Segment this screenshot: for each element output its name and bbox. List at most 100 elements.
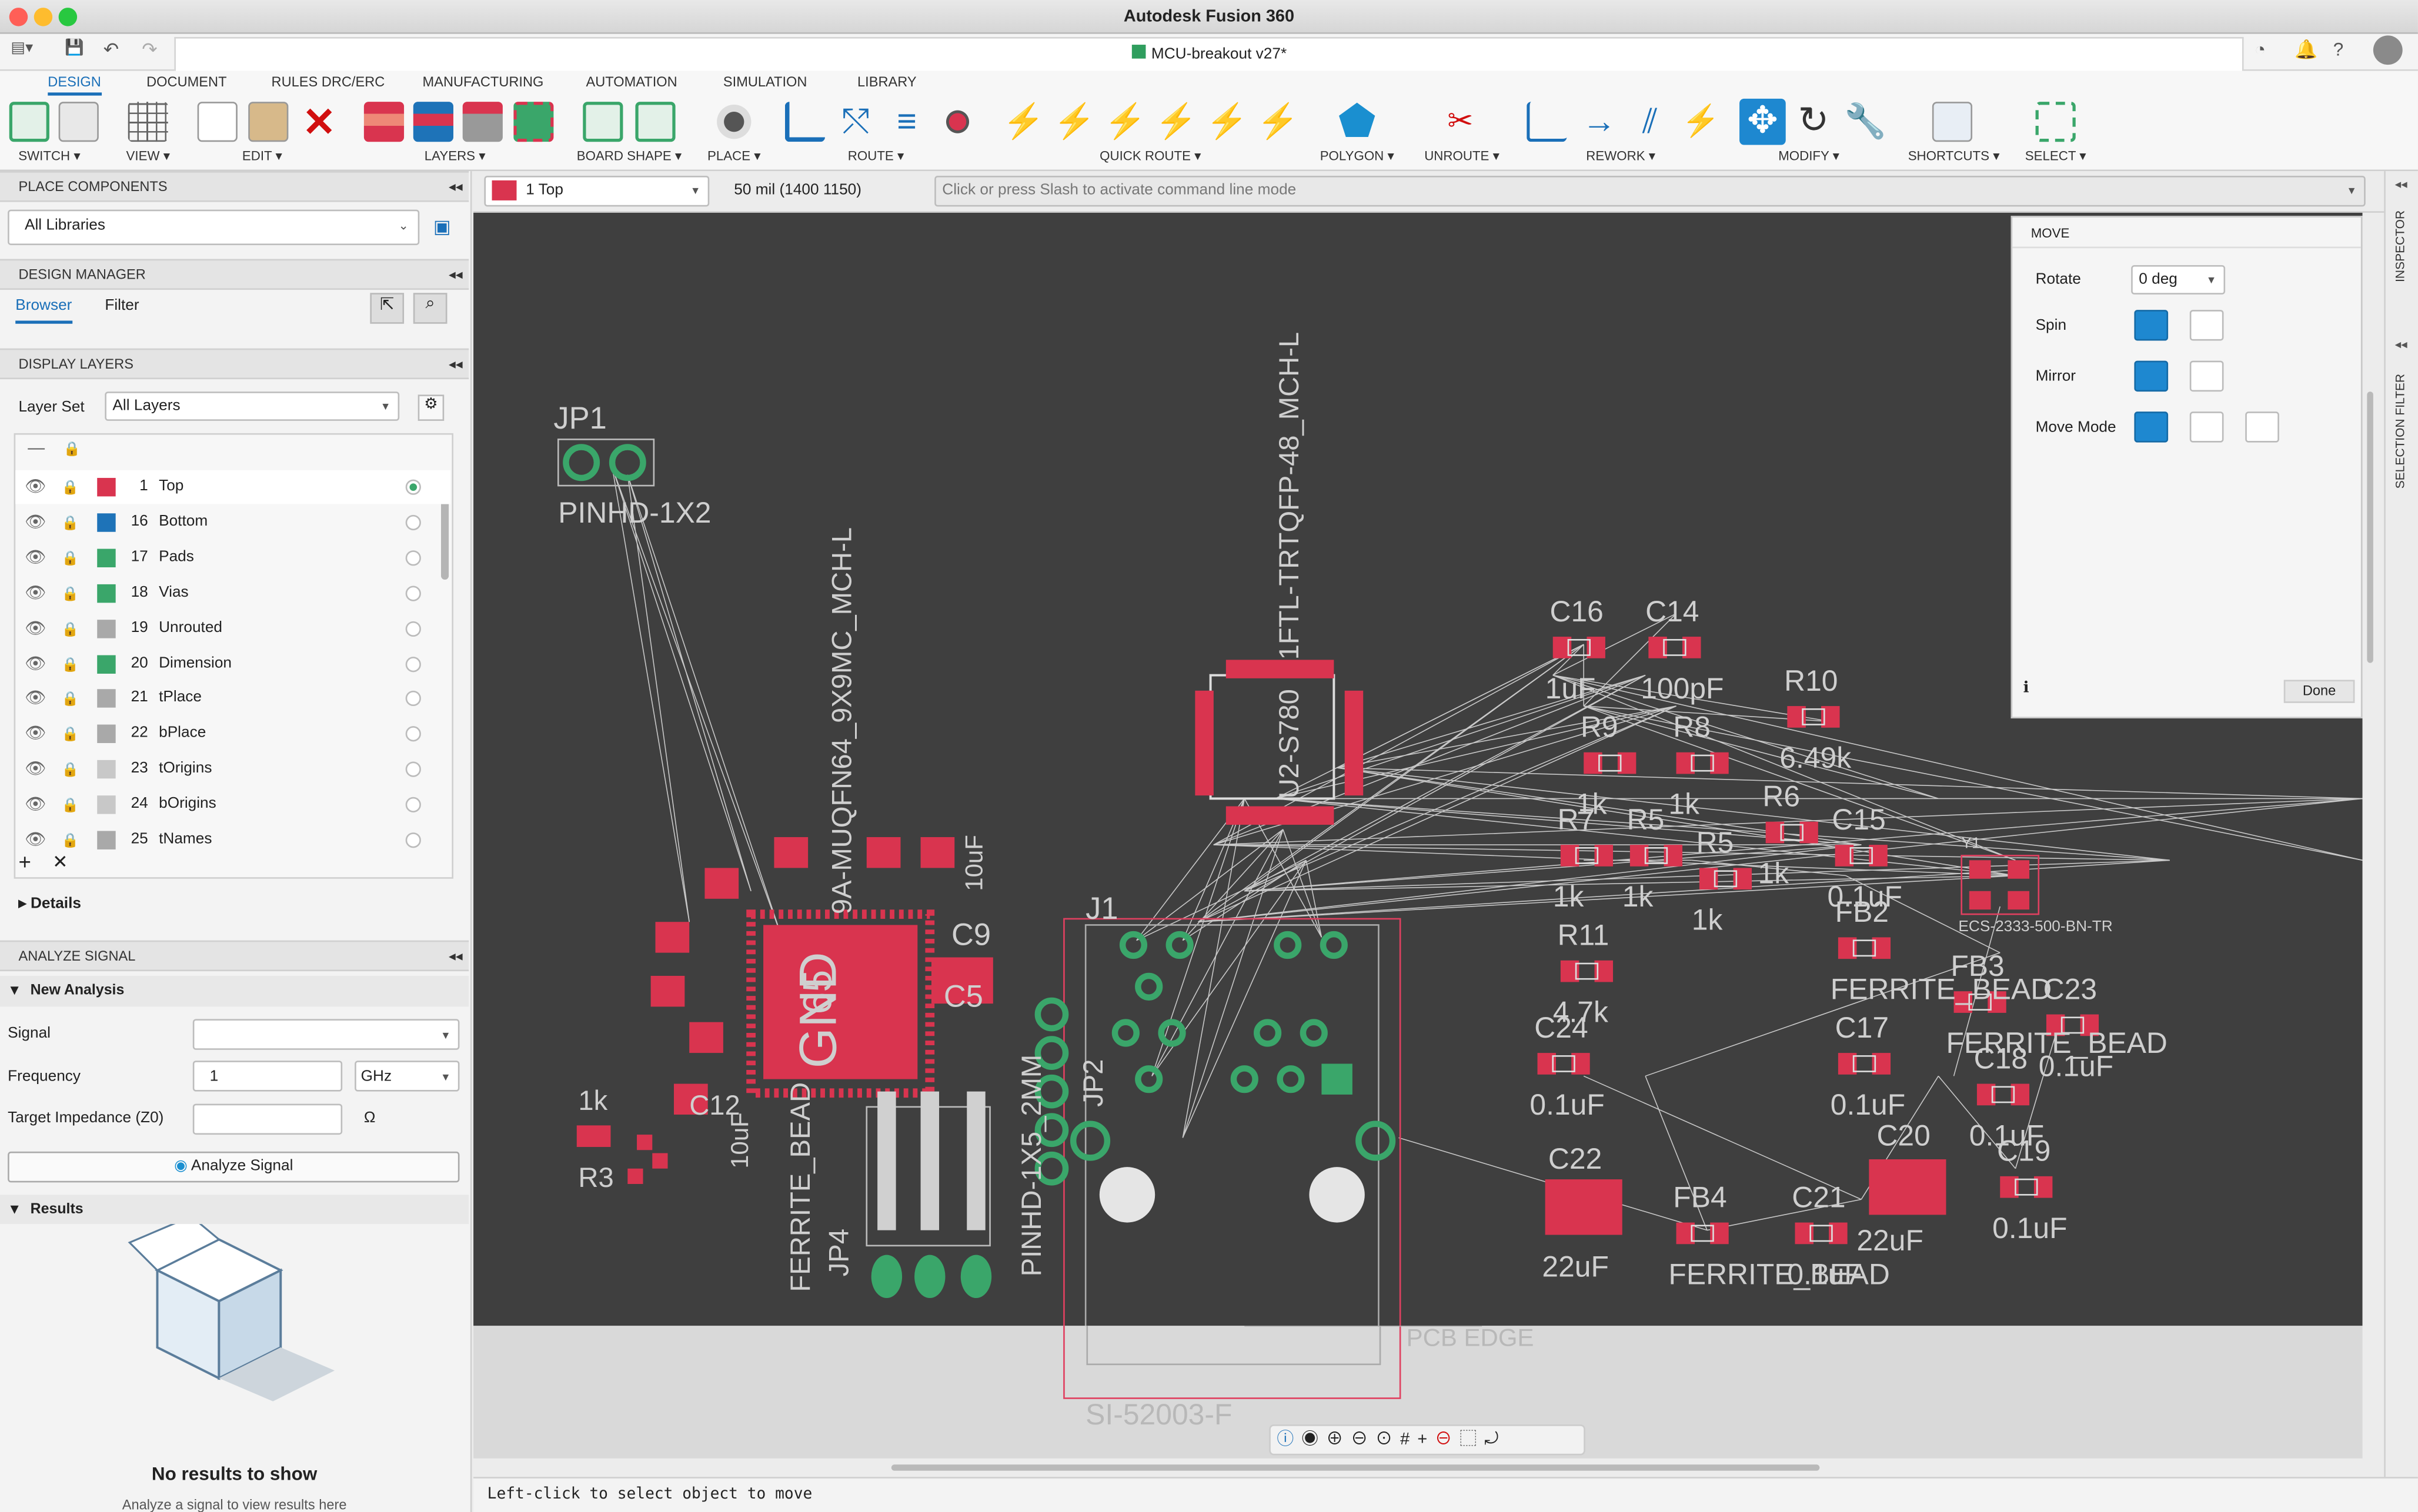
route-diff-pair-icon[interactable]: ⤲: [836, 102, 876, 142]
spin-off-button[interactable]: [2134, 310, 2169, 341]
eye-icon[interactable]: 👁: [25, 682, 46, 716]
group-place[interactable]: PLACE ▾: [702, 148, 766, 165]
library-manager-icon[interactable]: ▣: [433, 216, 451, 237]
collapse-icon[interactable]: ◂◂: [449, 260, 463, 290]
eye-icon[interactable]: 👁: [25, 576, 46, 610]
fanout-icon[interactable]: ⚡: [1206, 102, 1248, 142]
layer-color-swatch[interactable]: [97, 760, 116, 779]
design-manager-header[interactable]: DESIGN MANAGER ◂◂: [0, 259, 469, 290]
active-layer-radio[interactable]: [405, 655, 421, 672]
lock-icon[interactable]: 🔒: [62, 752, 79, 787]
collapse-icon[interactable]: ◂◂: [2395, 178, 2407, 192]
layer-row-tnames[interactable]: 👁 🔒 25 tNames: [15, 823, 450, 857]
layer-color-swatch[interactable]: [97, 584, 116, 603]
select-window-icon[interactable]: [2035, 102, 2076, 142]
collapse-icon[interactable]: ◂◂: [2395, 337, 2407, 352]
spin-on-button[interactable]: [2189, 310, 2224, 341]
selection-filter-tab[interactable]: SELECTION FILTER: [2393, 374, 2407, 489]
eye-icon[interactable]: 👁: [25, 752, 46, 787]
rotate-tool-icon[interactable]: ↻: [1794, 101, 1833, 142]
close-window-button[interactable]: [9, 8, 28, 26]
route-multi-icon[interactable]: ≡: [887, 102, 927, 142]
unroute-icon[interactable]: ✂: [1440, 102, 1480, 142]
active-layer-radio[interactable]: [405, 585, 421, 601]
layer-row-bottom[interactable]: 👁 🔒 16 Bottom: [15, 506, 450, 540]
library-select[interactable]: All Libraries ⌄: [8, 209, 420, 245]
copy-icon[interactable]: [197, 102, 238, 142]
tab-automation[interactable]: AUTOMATION: [586, 74, 677, 89]
user-avatar[interactable]: [2373, 35, 2403, 65]
delete-icon[interactable]: ✕: [299, 102, 339, 142]
lock-icon[interactable]: 🔒: [62, 541, 79, 575]
new-analysis-section[interactable]: ▾ New Analysis: [0, 975, 469, 1007]
tab-library[interactable]: LIBRARY: [857, 74, 917, 89]
layers-icon[interactable]: [363, 102, 405, 142]
layer-row-bplace[interactable]: 👁 🔒 22 bPlace: [15, 717, 450, 751]
inspector-tab[interactable]: INSPECTOR: [2393, 210, 2407, 282]
grid-toggle-icon[interactable]: #: [1400, 1431, 1417, 1449]
lock-icon[interactable]: 🔒: [62, 717, 79, 751]
eye-icon[interactable]: 👁: [25, 611, 46, 645]
quick-route-multiple-icon[interactable]: ⚡: [1104, 102, 1147, 142]
group-switch[interactable]: SWITCH ▾: [12, 148, 86, 165]
layer-settings-icon[interactable]: [513, 102, 554, 142]
minimize-window-button[interactable]: [34, 8, 53, 26]
layer-color-swatch[interactable]: [97, 690, 116, 708]
file-menu-icon[interactable]: ▤▾: [11, 40, 33, 57]
lock-icon[interactable]: 🔒: [62, 576, 79, 610]
mirror-off-button[interactable]: [2134, 360, 2169, 392]
paste-icon[interactable]: [248, 102, 289, 142]
group-view[interactable]: VIEW ▾: [117, 148, 179, 165]
toggle-all-visibility-icon[interactable]: —: [28, 439, 45, 457]
layer-stack-icon[interactable]: [462, 102, 503, 142]
results-section[interactable]: ▾ Results: [0, 1195, 469, 1225]
active-layer-select[interactable]: 1 Top ▾: [484, 175, 710, 207]
save-icon[interactable]: 💾: [65, 40, 84, 57]
crosshair-icon[interactable]: +: [1417, 1431, 1435, 1449]
undo-view-icon[interactable]: ⤾: [1484, 1431, 1506, 1449]
active-layer-radio[interactable]: [405, 797, 421, 813]
active-layer-radio[interactable]: [405, 726, 421, 742]
move-mode-group-button[interactable]: [2245, 412, 2279, 443]
group-unroute[interactable]: UNROUTE ▾: [1419, 148, 1505, 165]
tab-rules[interactable]: RULES DRC/ERC: [272, 74, 385, 89]
lock-icon[interactable]: 🔒: [62, 647, 79, 681]
done-button[interactable]: Done: [2283, 680, 2355, 703]
rework-split-icon[interactable]: →: [1579, 102, 1619, 142]
zoom-window-button[interactable]: [58, 8, 78, 26]
eye-icon[interactable]: 👁: [25, 541, 46, 575]
analyze-signal-button[interactable]: ◉ Analyze Signal: [8, 1151, 460, 1183]
collapse-icon[interactable]: ◂◂: [449, 942, 463, 971]
collapse-icon[interactable]: ◂◂: [449, 173, 463, 202]
layer-row-top[interactable]: 👁 🔒 1 Top: [15, 470, 450, 504]
undo-icon[interactable]: ↶: [103, 39, 119, 61]
vertical-scrollbar[interactable]: [2367, 392, 2373, 663]
wrench-icon[interactable]: 🔧: [1844, 102, 1886, 142]
group-shortcuts[interactable]: SHORTCUTS ▾: [1901, 148, 2006, 165]
rework-slice-icon[interactable]: [1527, 102, 1567, 142]
document-tab[interactable]: MCU-breakout v27*: [174, 36, 2244, 71]
lock-icon[interactable]: 🔒: [62, 788, 79, 822]
details-toggle[interactable]: ▸ Details: [18, 896, 81, 913]
polygon-icon[interactable]: ⬟: [1337, 99, 1377, 142]
group-route[interactable]: ROUTE ▾: [840, 148, 911, 165]
group-layers[interactable]: LAYERS ▾: [416, 148, 493, 165]
eye-icon[interactable]: 👁: [25, 647, 46, 681]
group-select[interactable]: SELECT ▾: [2019, 148, 2093, 165]
help-icon[interactable]: ?: [2333, 39, 2344, 61]
rotate-select[interactable]: 0 deg ▾: [2131, 265, 2226, 295]
lock-icon[interactable]: 🔒: [62, 823, 79, 857]
eye-icon[interactable]: 👁: [25, 823, 46, 857]
eye-icon[interactable]: 👁: [25, 470, 46, 504]
eye-icon[interactable]: 👁: [25, 717, 46, 751]
layer-row-torigins[interactable]: 👁 🔒 23 tOrigins: [15, 752, 450, 787]
rework-parallel-icon[interactable]: ⫽: [1630, 102, 1670, 142]
rework-ripup-icon[interactable]: ⚡: [1681, 102, 1721, 142]
layer-row-tplace[interactable]: 👁 🔒 21 tPlace: [15, 682, 450, 716]
layer-set-select[interactable]: All Layers ▾: [105, 392, 400, 421]
eye-icon[interactable]: 👁: [25, 506, 46, 540]
tab-manufacturing[interactable]: MANUFACTURING: [423, 74, 544, 89]
layer-row-borigins[interactable]: 👁 🔒 24 bOrigins: [15, 788, 450, 822]
frequency-unit-select[interactable]: GHz ▾: [355, 1061, 460, 1092]
info-icon[interactable]: ⓘ: [1277, 1431, 1301, 1449]
